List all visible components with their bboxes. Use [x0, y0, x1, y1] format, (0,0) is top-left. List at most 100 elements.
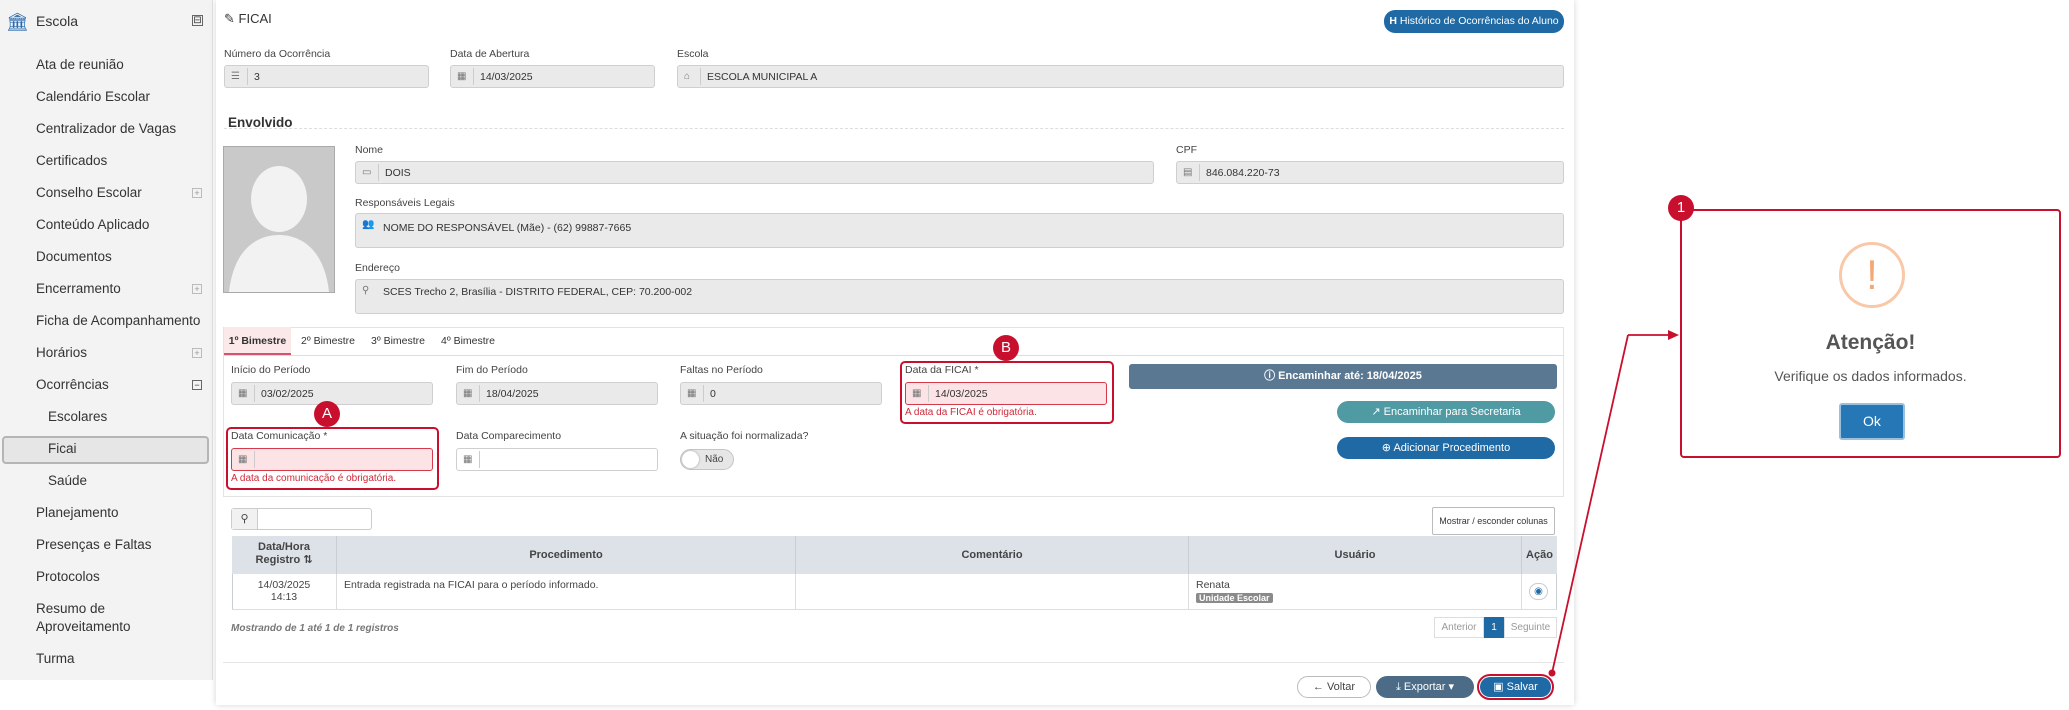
school-field: ⌂ ESCOLA MUNICIPAL A: [677, 65, 1564, 88]
save-button-label: Salvar: [1506, 681, 1538, 693]
tab-2-bimestre[interactable]: 2º Bimestre: [296, 327, 360, 355]
expand-icon[interactable]: +: [192, 188, 202, 198]
table-search-input[interactable]: ⚲: [231, 508, 372, 530]
opening-date-value: 14/03/2025: [480, 71, 533, 83]
add-procedure-button[interactable]: ⊕ Adicionar Procedimento: [1337, 437, 1555, 459]
attendance-date-input[interactable]: ▦: [456, 448, 658, 471]
map-pin-icon: ⚲: [362, 285, 370, 296]
annotation-b: B: [993, 335, 1019, 361]
sidebar-item-resumo-line2[interactable]: Aproveitamento: [36, 618, 131, 636]
dialog-title: Atenção!: [1825, 331, 1916, 354]
col-header-user[interactable]: Usuário: [1189, 536, 1522, 574]
sidebar-item-documentos[interactable]: Documentos: [36, 248, 112, 266]
sidebar-item-conselho[interactable]: Conselho Escolar: [36, 184, 142, 202]
sidebar: 🏛 Escola ⊟ Ata de reunião Calendário Esc…: [0, 0, 213, 680]
sidebar-item-presencas[interactable]: Presenças e Faltas: [36, 536, 152, 554]
opening-date-field: ▦ 14/03/2025: [450, 65, 655, 88]
sidebar-item-turma[interactable]: Turma: [36, 650, 75, 668]
sidebar-header-label: Escola: [36, 13, 79, 29]
cell-user-name: Renata: [1196, 579, 1230, 591]
annotation-1: 1: [1668, 195, 1694, 221]
student-photo: [223, 146, 335, 293]
sidebar-item-centralizador[interactable]: Centralizador de Vagas: [36, 120, 176, 138]
col-header-date[interactable]: Data/Hora Registro ⇅: [232, 536, 337, 574]
normalized-label: A situação foi normalizada?: [680, 430, 809, 442]
back-button[interactable]: ← Voltar: [1297, 676, 1371, 698]
collapse-icon[interactable]: ⊟: [192, 15, 203, 26]
cpf-label: CPF: [1176, 144, 1197, 156]
sidebar-item-certificados[interactable]: Certificados: [36, 152, 107, 170]
address-value: SCES Trecho 2, Brasília - DISTRITO FEDER…: [383, 286, 693, 298]
calendar-icon: ▦: [912, 388, 922, 399]
occurrence-number-label: Número da Ocorrência: [224, 48, 331, 60]
card-icon: ▤: [1183, 167, 1193, 178]
period-start-label: Início do Período: [231, 364, 311, 376]
sidebar-selected-highlight: [2, 436, 209, 464]
calendar-icon: ▦: [238, 454, 248, 465]
forward-to-secretaria-button[interactable]: ↗ Encaminhar para Secretaria: [1337, 401, 1555, 423]
collapse-icon[interactable]: −: [192, 380, 202, 390]
warning-icon: !: [1839, 242, 1905, 308]
sidebar-item-protocolos[interactable]: Protocolos: [36, 568, 100, 586]
guardians-value: NOME DO RESPONSÁVEL (Mãe) - (62) 99887-7…: [383, 222, 632, 234]
sidebar-item-escolares[interactable]: Escolares: [48, 408, 107, 426]
calendar-icon: ▦: [687, 388, 697, 399]
sidebar-item-saude[interactable]: Saúde: [48, 472, 87, 490]
sidebar-item-ficha[interactable]: Ficha de Acompanhamento: [36, 312, 200, 330]
normalized-toggle[interactable]: Não: [680, 449, 734, 470]
pagination-prev[interactable]: Anterior: [1434, 617, 1484, 638]
sidebar-item-calendario[interactable]: Calendário Escolar: [36, 88, 150, 106]
arrow-left-icon: ←: [1312, 681, 1324, 693]
ok-button[interactable]: Ok: [1839, 403, 1905, 440]
name-value: DOIS: [385, 167, 411, 179]
expand-icon[interactable]: +: [192, 284, 202, 294]
comm-date-input[interactable]: ▦: [231, 448, 433, 471]
school-icon: 🏛: [6, 12, 29, 32]
table-info: Mostrando de 1 até 1 de 1 registros: [231, 623, 399, 634]
dialog-message: Verifique os dados informados.: [1774, 368, 1967, 384]
tab-4-bimestre[interactable]: 4º Bimestre: [436, 327, 500, 355]
comm-date-error: A data da comunicação é obrigatória.: [231, 473, 397, 484]
attendance-date-label: Data Comparecimento: [456, 430, 562, 442]
school-label: Escola: [677, 48, 709, 60]
expand-icon[interactable]: +: [192, 348, 202, 358]
sidebar-item-ocorrencias[interactable]: Ocorrências: [36, 376, 109, 394]
name-field: ▭ DOIS: [355, 161, 1154, 184]
columns-toggle-button[interactable]: Mostrar / esconder colunas: [1432, 507, 1555, 535]
sidebar-item-planejamento[interactable]: Planejamento: [36, 504, 119, 522]
sidebar-header-escola[interactable]: 🏛 Escola ⊟: [0, 0, 213, 44]
tab-1-bimestre[interactable]: 1º Bimestre: [224, 327, 291, 355]
absences-field: ▦ 0: [680, 382, 882, 405]
add-procedure-label: Adicionar Procedimento: [1393, 442, 1511, 454]
alert-dialog: ! Atenção! Verifique os dados informados…: [1680, 209, 2061, 458]
ficai-date-value: 14/03/2025: [935, 388, 988, 400]
save-button[interactable]: ▣ Salvar: [1480, 677, 1551, 697]
users-icon: 👥: [362, 219, 375, 230]
toggle-knob: [682, 451, 699, 468]
sidebar-item-conteudo[interactable]: Conteúdo Aplicado: [36, 216, 149, 234]
school-value: ESCOLA MUNICIPAL A: [707, 71, 818, 83]
page-title: FICAI: [238, 11, 272, 26]
cell-date-time: 14:13: [270, 591, 298, 603]
user-badge: Unidade Escolar: [1196, 593, 1273, 603]
edit-icon: ✎: [224, 11, 235, 26]
sidebar-item-encerramento[interactable]: Encerramento: [36, 280, 121, 298]
ficai-date-input[interactable]: ▦ 14/03/2025: [905, 382, 1107, 405]
comm-date-label: Data Comunicação *: [231, 430, 328, 442]
col-header-comment[interactable]: Comentário: [796, 536, 1189, 574]
history-button[interactable]: H Histórico de Ocorrências do Aluno: [1384, 10, 1564, 33]
occurrence-number-value: 3: [254, 71, 260, 83]
cpf-field: ▤ 846.084.220-73: [1176, 161, 1564, 184]
sidebar-item-ficai[interactable]: Ficai: [48, 440, 77, 458]
sidebar-item-resumo[interactable]: Resumo de: [36, 600, 105, 618]
export-button-label: Exportar: [1403, 681, 1446, 693]
col-header-procedure[interactable]: Procedimento: [337, 536, 796, 574]
period-end-label: Fim do Período: [456, 364, 528, 376]
arrow-segment-1: [1551, 334, 1629, 674]
tab-3-bimestre[interactable]: 3º Bimestre: [366, 327, 430, 355]
sidebar-item-ata[interactable]: Ata de reunião: [36, 56, 124, 74]
pagination-page-1[interactable]: 1: [1484, 617, 1504, 638]
sidebar-item-horarios[interactable]: Horários: [36, 344, 87, 362]
export-button[interactable]: ⤓ Exportar ▾: [1376, 676, 1474, 698]
history-button-label: Histórico de Ocorrências do Aluno: [1399, 15, 1559, 27]
